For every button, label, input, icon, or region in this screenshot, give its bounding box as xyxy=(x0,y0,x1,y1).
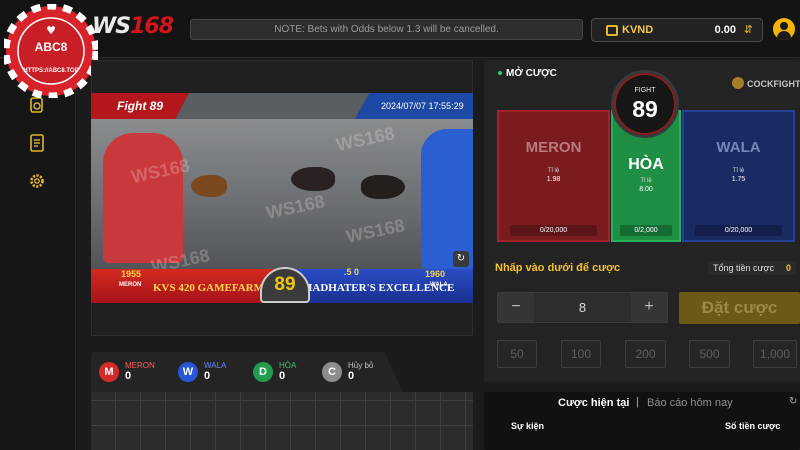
tab-current-bets[interactable]: Cược hiện tại xyxy=(558,397,629,409)
bet-amount-input[interactable]: 8 xyxy=(534,293,631,322)
wala-handler xyxy=(421,129,473,269)
chip-1000-button[interactable]: 1,000 xyxy=(753,340,797,368)
svg-text:♥: ♥ xyxy=(46,24,56,37)
bet-meron-button[interactable]: MERON Tỉ lệ 1.98 0/20,000 xyxy=(497,110,610,242)
chip-500-button[interactable]: 500 xyxy=(689,340,730,368)
wala-odd: 1.75 xyxy=(731,176,746,183)
stat-meron-badge: M xyxy=(99,362,119,382)
draw-name: HÒA xyxy=(628,156,664,173)
fight-number-badge: FIGHT 89 xyxy=(611,70,679,138)
draw-odd: 8.00 xyxy=(639,186,653,193)
scoreboard-odd-hint: .5 0 xyxy=(344,267,360,277)
rooster-meron xyxy=(191,175,227,197)
abc8-badge-logo: ♥ ABC8 HTTPS://ABC8.TOP xyxy=(2,2,100,100)
draw-odd-label: Tỉ lệ xyxy=(640,178,652,184)
brand-logo[interactable]: WS168 xyxy=(92,14,174,39)
live-video-stream[interactable]: WS168 WS168 WS168 WS168 WS168 Fight 89 2… xyxy=(91,93,473,303)
tab-separator: | xyxy=(636,396,639,408)
total-bet-label: Tổng tiền cược xyxy=(713,263,774,273)
top-bar: WS168 NOTE: Bets with Odds below 1.3 wil… xyxy=(0,0,800,58)
video-scoreboard: 1955 MERON KVS 420 GAMEFARM 1960 WALA MA… xyxy=(91,267,473,303)
rooster-center xyxy=(291,167,335,191)
user-avatar-icon[interactable] xyxy=(773,18,795,40)
stat-wala-label: WALA xyxy=(204,361,227,370)
game-name: COCKFIGHT xyxy=(747,79,800,89)
wallet-icon xyxy=(606,25,618,36)
stat-draw-label: HÒA xyxy=(279,361,297,370)
odds-notice: NOTE: Bets with Odds below 1.3 will be c… xyxy=(190,19,583,40)
status-dot xyxy=(498,71,502,75)
betting-status: MỞ CƯỢC xyxy=(506,68,557,79)
total-bet-value: 0 xyxy=(785,263,791,273)
meron-total: 0/20,000 xyxy=(509,225,598,236)
draw-total: 0/2,000 xyxy=(619,225,673,236)
stream-datetime: 2024/07/07 17:55:29 xyxy=(355,93,473,119)
left-sidebar xyxy=(0,58,76,450)
refresh-balance-icon[interactable]: ⇵ xyxy=(744,23,753,36)
wala-total: 0/20,000 xyxy=(694,225,783,236)
fight-number: 89 xyxy=(632,96,658,122)
meron-odd-label: Tỉ lệ xyxy=(547,168,560,174)
chip-100-button[interactable]: 100 xyxy=(561,340,601,368)
meron-handler xyxy=(103,133,183,263)
total-bet-box: Tổng tiền cược 0 xyxy=(708,261,796,275)
meron-odd: 1.98 xyxy=(546,176,561,183)
stat-cancelled-badge: C xyxy=(322,362,342,382)
currency-label: KVND xyxy=(622,24,654,36)
meron-number: 1955 xyxy=(121,269,142,279)
stat-draw-badge: D xyxy=(253,362,273,382)
stat-wala-count: 0 xyxy=(204,370,211,382)
wallet-icon[interactable] xyxy=(28,96,46,114)
stat-cancelled-count: 0 xyxy=(348,370,355,382)
tab-today-report[interactable]: Báo cáo hôm nay xyxy=(647,397,733,409)
wala-owner: MADHATER'S EXCELLENCE xyxy=(302,282,455,294)
column-event: Sự kiện xyxy=(511,421,545,431)
stat-meron-count: 0 xyxy=(125,370,132,382)
stat-draw-count: 0 xyxy=(279,370,286,382)
fight-tag: Fight 89 xyxy=(91,93,189,119)
chip-200-button[interactable]: 200 xyxy=(625,340,666,368)
scoreboard-wala: 1960 WALA MADHATER'S EXCELLENCE xyxy=(290,269,473,303)
meron-name: MERON xyxy=(525,139,582,156)
brand-suffix: 168 xyxy=(130,14,174,39)
result-stats: M MERON 0 W WALA 0 D HÒA 0 C Hủy bỏ 0 xyxy=(91,352,403,392)
results-roadmap-grid xyxy=(91,392,473,450)
column-amount: Số tiền cược xyxy=(725,421,781,431)
badge-url: HTTPS://ABC8.TOP xyxy=(23,68,79,74)
stat-meron-label: MERON xyxy=(125,361,155,370)
fight-label: FIGHT xyxy=(634,87,656,94)
increase-amount-button[interactable]: + xyxy=(631,293,667,322)
meron-side-label: MERON xyxy=(119,282,142,288)
refresh-icon[interactable]: ↻ xyxy=(789,396,797,407)
document-icon[interactable] xyxy=(28,134,46,152)
bet-wala-button[interactable]: WALA Tỉ lệ 1.75 0/20,000 xyxy=(682,110,795,242)
gear-icon[interactable] xyxy=(28,172,46,190)
rooster-icon xyxy=(732,77,744,89)
wallet-balance[interactable]: KVND 0.00 ⇵ xyxy=(591,18,763,42)
bet-amount-stepper: − 8 + xyxy=(497,292,668,323)
tap-to-bet-label: Nhấp vào dưới để cược xyxy=(495,262,621,274)
wala-number: 1960 xyxy=(425,269,446,279)
balance-value: 0.00 xyxy=(714,24,736,36)
rotate-video-icon[interactable]: ↻ xyxy=(453,251,469,267)
place-bet-button[interactable]: Đặt cược xyxy=(679,292,800,324)
meron-owner: KVS 420 GAMEFARM xyxy=(153,282,265,294)
chip-50-button[interactable]: 50 xyxy=(497,340,537,368)
stat-wala-badge: W xyxy=(178,362,198,382)
decrease-amount-button[interactable]: − xyxy=(498,293,534,322)
wala-name: WALA xyxy=(716,139,761,156)
stat-cancelled-label: Hủy bỏ xyxy=(348,361,374,370)
rooster-wala xyxy=(361,175,405,199)
wala-odd-label: Tỉ lệ xyxy=(732,168,745,174)
scoreboard-meron: 1955 MERON KVS 420 GAMEFARM xyxy=(91,269,274,303)
badge-brand: ABC8 xyxy=(34,40,68,54)
